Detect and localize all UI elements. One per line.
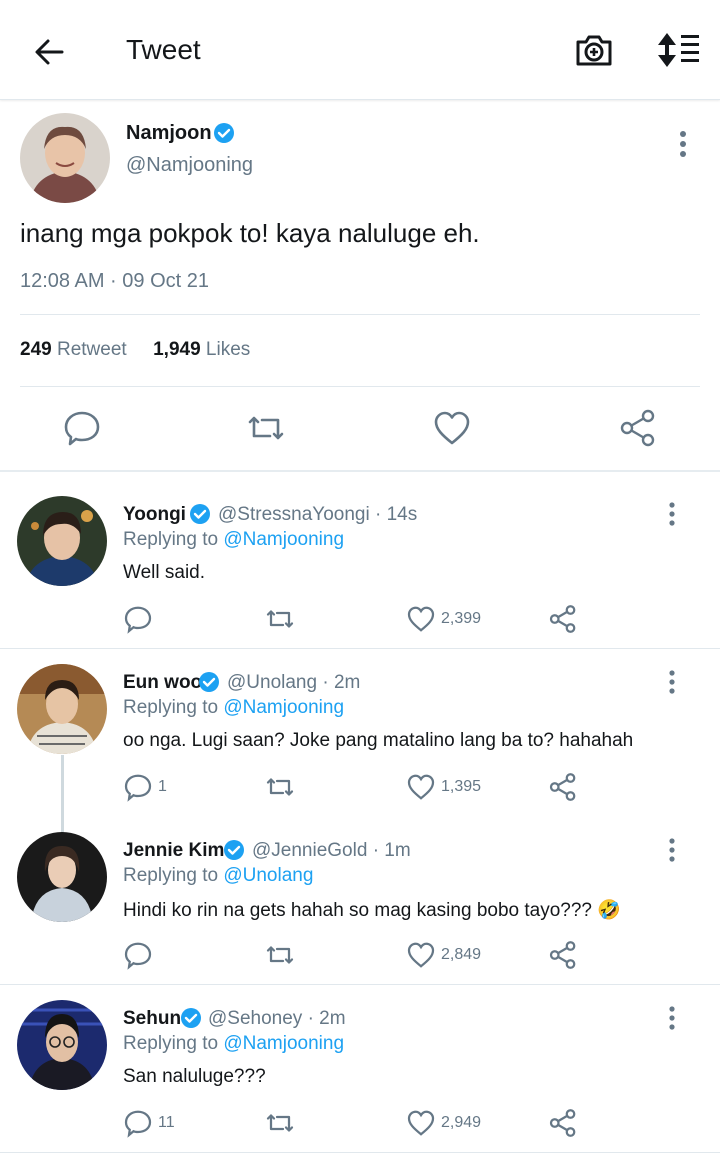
page-title: Tweet: [126, 34, 201, 65]
tweet-text: inang mga pokpok to! kaya nalulugе eh.: [20, 218, 480, 248]
replying-to-link[interactable]: @Unolang: [223, 865, 313, 886]
verified-icon: [213, 122, 235, 144]
share-icon[interactable]: [548, 604, 578, 638]
reply-count: 1: [158, 778, 167, 795]
share-icon[interactable]: [548, 1108, 578, 1142]
retweet-icon[interactable]: [264, 772, 296, 806]
reply-icon[interactable]: [123, 940, 153, 974]
like-label[interactable]: Likes: [206, 339, 250, 360]
replying-to-label: Replying to: [123, 865, 219, 886]
more-vertical-icon[interactable]: [660, 668, 684, 696]
replying-to-link[interactable]: @Namjooning: [223, 529, 344, 550]
avatar[interactable]: [17, 664, 107, 754]
divider: [0, 648, 720, 649]
avatar[interactable]: [20, 113, 110, 203]
retweet-icon[interactable]: [246, 408, 286, 448]
like-count[interactable]: 1,949: [153, 339, 201, 360]
author-name[interactable]: Namjoon: [126, 122, 212, 145]
verified-icon: [223, 839, 245, 861]
replying-to: Replying to @Namjooning: [123, 529, 344, 551]
reply-text: Well said.: [123, 562, 206, 583]
more-vertical-icon[interactable]: [660, 500, 684, 528]
verified-icon: [189, 503, 211, 525]
retweet-count[interactable]: 249: [20, 339, 52, 360]
retweet-label[interactable]: Retweet: [57, 339, 127, 360]
reply-author-name[interactable]: Jennie Kim: [123, 840, 224, 862]
verified-icon: [198, 671, 220, 693]
back-arrow-icon[interactable]: [30, 32, 70, 72]
reply-icon[interactable]: [123, 772, 153, 806]
top-app-bar: Tweet: [0, 0, 720, 100]
reply-icon[interactable]: [123, 1108, 153, 1142]
retweet-icon[interactable]: [264, 604, 296, 638]
divider: [0, 984, 720, 985]
avatar[interactable]: [17, 832, 107, 922]
thread-connector: [61, 755, 64, 835]
reply-author-handle[interactable]: @JennieGold · 1m: [252, 840, 411, 862]
avatar[interactable]: [17, 1000, 107, 1090]
replying-to: Replying to @Namjooning: [123, 697, 344, 719]
reply-author-handle[interactable]: @StressnaYoongi · 14s: [218, 504, 417, 526]
like-icon[interactable]: [432, 408, 472, 448]
reply-author-handle[interactable]: @Unolang · 2m: [227, 672, 360, 694]
reply-author-name[interactable]: Eun woo: [123, 672, 202, 694]
like-icon[interactable]: [406, 772, 436, 806]
more-vertical-icon[interactable]: [668, 128, 698, 160]
like-icon[interactable]: [406, 604, 436, 638]
like-count: 2,849: [441, 946, 482, 963]
replying-to-link[interactable]: @Namjooning: [223, 1033, 344, 1054]
camera-plus-icon[interactable]: [574, 30, 614, 70]
like-count: 2,399: [441, 610, 482, 627]
replying-to-link[interactable]: @Namjooning: [223, 697, 344, 718]
more-vertical-icon[interactable]: [660, 836, 684, 864]
reply-icon[interactable]: [123, 604, 153, 638]
retweet-icon[interactable]: [264, 940, 296, 974]
reply-author-name[interactable]: Yoongi: [123, 504, 186, 526]
avatar[interactable]: [17, 496, 107, 586]
retweet-icon[interactable]: [264, 1108, 296, 1142]
like-count: 1,395: [441, 778, 482, 795]
verified-icon: [180, 1007, 202, 1029]
sort-icon[interactable]: [655, 30, 701, 70]
reply-text: San naluluge???: [123, 1066, 266, 1087]
reply-text: oo nga. Lugi saan? Joke pang matalino la…: [123, 730, 634, 751]
replying-to: Replying to @Unolang: [123, 865, 313, 887]
like-icon[interactable]: [406, 1108, 436, 1142]
divider: [0, 1152, 720, 1153]
reply-author-name[interactable]: Sehun: [123, 1008, 181, 1030]
replying-to-label: Replying to: [123, 1033, 219, 1054]
tweet-timestamp: 12:08 AM · 09 Oct 21: [20, 270, 209, 292]
share-icon[interactable]: [548, 940, 578, 974]
reply-author-handle[interactable]: @Sehoney · 2m: [208, 1008, 346, 1030]
reply-text: Hindi ko rin na gets hahah so mag kasing…: [123, 900, 621, 921]
replying-to-label: Replying to: [123, 697, 219, 718]
more-vertical-icon[interactable]: [660, 1004, 684, 1032]
share-icon[interactable]: [548, 772, 578, 806]
reply-count: 11: [158, 1114, 175, 1131]
replying-to-label: Replying to: [123, 529, 219, 550]
author-handle[interactable]: @Namjooning: [126, 154, 253, 177]
divider: [0, 470, 720, 472]
replying-to: Replying to @Namjooning: [123, 1033, 344, 1055]
tweet-stats: 249 Retweet 1,949 Likes: [20, 339, 250, 361]
reply-icon[interactable]: [62, 408, 102, 448]
divider: [20, 314, 700, 315]
share-icon[interactable]: [618, 408, 658, 448]
divider: [20, 386, 700, 387]
like-icon[interactable]: [406, 940, 436, 974]
like-count: 2,949: [441, 1114, 482, 1131]
